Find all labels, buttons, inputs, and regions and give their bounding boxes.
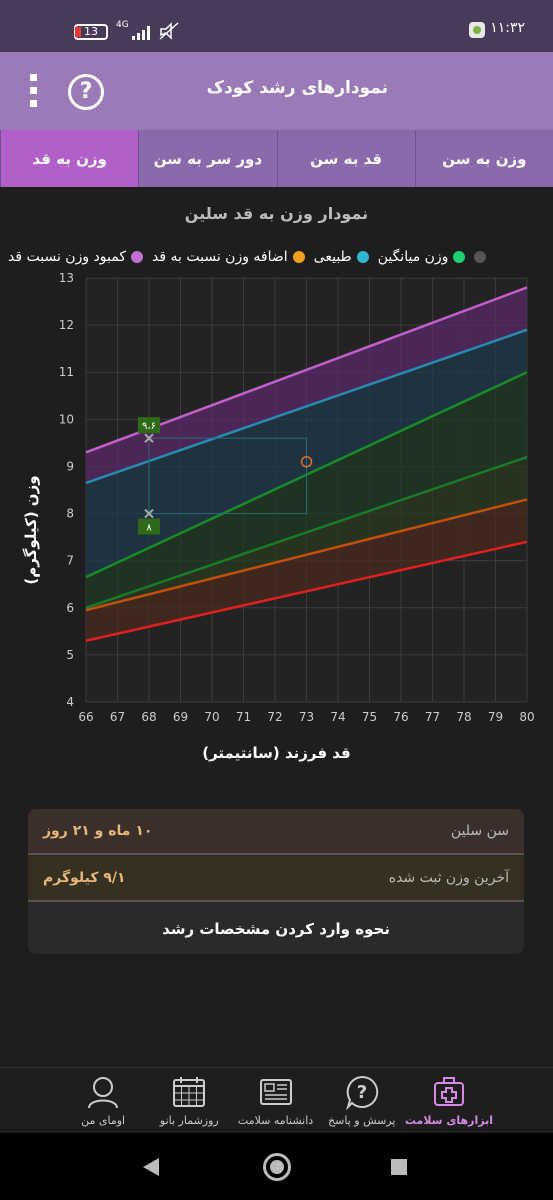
y-tick-label: 8: [66, 507, 74, 521]
nav-label: ابزارهای سلامت: [404, 1114, 493, 1127]
app-bar: ? نمودارهای رشد کودک: [0, 52, 553, 130]
nav-health-tools[interactable]: ابزارهای سلامت: [405, 1068, 493, 1133]
network-type: 4G: [116, 20, 129, 30]
svg-text:?: ?: [357, 1082, 367, 1103]
mute-icon: [159, 22, 179, 40]
y-tick-label: 11: [59, 365, 74, 379]
legend-dot-average: [453, 251, 466, 263]
bottom-nav: ابزارهای سلامت ? پرسش و پاسخ دانشنامه سل…: [0, 1067, 553, 1133]
x-tick-label: 73: [299, 710, 314, 724]
info-card: سن سلین ۱۰ ماه و ۲۱ روز آخرین وزن ثبت شد…: [28, 809, 524, 954]
weight-label: آخرین وزن ثبت شده: [388, 870, 509, 886]
x-tick-label: 70: [204, 710, 219, 724]
x-tick-label: 77: [425, 710, 440, 724]
chart-tabs: وزن به سن قد به سن دور سر به سن وزن به ق…: [0, 130, 553, 187]
medical-kit-icon: [433, 1077, 464, 1106]
x-tick-label: 79: [488, 710, 503, 724]
age-value: ۱۰ ماه و ۲۱ روز: [43, 823, 153, 839]
y-tick-label: 9: [66, 459, 74, 473]
x-tick-label: 72: [267, 710, 282, 724]
tab-height-for-age[interactable]: قد به سن: [276, 130, 415, 187]
help-icon[interactable]: ?: [68, 74, 104, 110]
more-vert-icon[interactable]: [22, 72, 46, 110]
tab-weight-for-height[interactable]: وزن به قد: [0, 130, 139, 187]
legend-dot-underweight: [131, 251, 144, 263]
legend-item-normal: طبیعی: [314, 249, 369, 265]
y-tick-label: 5: [66, 648, 74, 662]
y-tick-label: 6: [66, 601, 74, 615]
chart-legend: کمبود وزن نسبت قد اضافه وزن نسبت به قد ط…: [8, 246, 545, 268]
legend-dot-normal: [356, 251, 369, 263]
x-axis-label: قد فرزند (سانتیمتر): [202, 744, 351, 762]
legend-item-overweight: اضافه وزن نسبت به قد: [152, 249, 305, 265]
chart-title: نمودار وزن به قد سلین: [184, 204, 369, 223]
x-tick-label: 68: [141, 710, 156, 724]
legend-dot-extra: [474, 251, 487, 263]
nav-my-profile[interactable]: اومای من: [60, 1068, 146, 1133]
weight-row: آخرین وزن ثبت شده ۹/۱ کیلوگرم: [28, 856, 524, 902]
x-tick-label: 78: [456, 710, 471, 724]
page-title: نمودارهای رشد کودک: [206, 78, 388, 98]
x-tick-label: 76: [393, 710, 408, 724]
nav-label: دانشنامه سلامت: [237, 1114, 314, 1127]
legend-item-extra: [474, 251, 487, 263]
legend-item-average: وزن میانگین: [378, 249, 466, 265]
weight-value: ۹/۱ کیلوگرم: [43, 870, 126, 886]
status-bar: ۱۱:۳۲ 13 4G: [0, 0, 553, 52]
nav-label: پرسش و پاسخ: [328, 1114, 396, 1127]
calendar-icon: [173, 1077, 206, 1107]
profile-icon: [88, 1077, 119, 1109]
question-bubble-icon: ?: [345, 1075, 378, 1110]
age-label: سن سلین: [450, 823, 509, 839]
legend-dot-overweight: [292, 251, 305, 263]
growth-chart: 66 67 68 69 70 71 72 73 74 75 76 77 78 79 804567891011…: [59, 271, 535, 724]
nav-label: اومای من: [81, 1114, 126, 1127]
recents-icon[interactable]: [391, 1159, 407, 1175]
app-notification-icon: [469, 22, 485, 38]
y-tick-label: 4: [66, 695, 74, 709]
y-tick-label: 12: [59, 318, 74, 332]
y-tick-label: 7: [66, 554, 74, 568]
legend-item-underweight: کمبود وزن نسبت قد: [8, 249, 144, 265]
nav-questions[interactable]: ? پرسش و پاسخ: [319, 1068, 405, 1133]
y-axis-label: وزن (کیلوگرم): [22, 475, 40, 585]
x-tick-label: 74: [330, 710, 345, 724]
status-time: ۱۱:۳۲: [490, 20, 525, 36]
signal-icon: [132, 26, 150, 40]
marker-label: ۹،۶: [142, 421, 156, 432]
x-tick-label: 71: [236, 710, 251, 724]
system-nav-bar: [0, 1133, 553, 1200]
x-tick-label: 80: [519, 710, 534, 724]
marker-label: ۸: [146, 523, 152, 534]
nav-health-encyclopedia[interactable]: دانشنامه سلامت: [232, 1068, 318, 1133]
x-tick-label: 75: [362, 710, 377, 724]
tab-head-circumference-for-age[interactable]: دور سر به سن: [138, 130, 276, 187]
battery-icon: 13: [74, 24, 108, 40]
x-tick-label: 69: [173, 710, 188, 724]
nav-label: روزشمار بانو: [159, 1114, 219, 1127]
home-icon[interactable]: [263, 1153, 291, 1181]
newspaper-icon: [259, 1079, 292, 1105]
nav-lady-calendar[interactable]: روزشمار بانو: [146, 1068, 232, 1133]
growth-help-link[interactable]: نحوه وارد کردن مشخصات رشد: [28, 905, 524, 954]
age-row: سن سلین ۱۰ ماه و ۲۱ روز: [28, 809, 524, 855]
tab-weight-for-age[interactable]: وزن به سن: [414, 130, 553, 187]
x-tick-label: 67: [110, 710, 125, 724]
x-tick-label: 66: [78, 710, 93, 724]
y-tick-label: 10: [59, 412, 74, 426]
back-icon[interactable]: [143, 1158, 159, 1176]
y-tick-label: 13: [59, 271, 74, 285]
